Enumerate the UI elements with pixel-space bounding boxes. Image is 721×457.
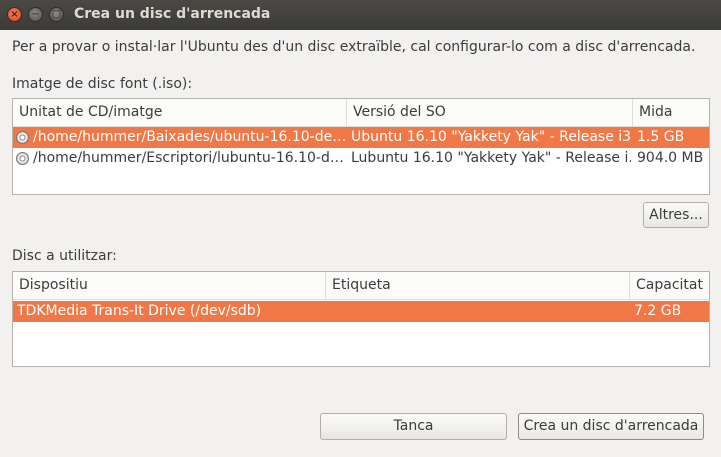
create-startup-disk-button[interactable]: Crea un disc d'arrencada — [518, 413, 704, 440]
source-version: Lubuntu 16.10 "Yakkety Yak" - Release i… — [351, 150, 631, 166]
source-list-header: Unitat de CD/imatge Versió del SO Mida — [13, 99, 709, 127]
close-window-button[interactable]: × — [7, 7, 22, 22]
source-row-ubuntu[interactable]: /home/hummer/Baixades/ubuntu-16.10-de… U… — [13, 127, 709, 148]
target-label — [332, 301, 627, 322]
intro-text: Per a provar o instal·lar l'Ubuntu des d… — [12, 39, 696, 55]
cd-disc-icon — [16, 131, 29, 144]
column-header-device[interactable]: Dispositiu — [13, 272, 326, 299]
column-header-os-version[interactable]: Versió del SO — [347, 99, 633, 126]
minimize-window-button[interactable]: − — [28, 7, 43, 22]
source-image-list[interactable]: Unitat de CD/imatge Versió del SO Mida /… — [12, 98, 710, 195]
column-header-label[interactable]: Etiqueta — [326, 272, 630, 299]
target-device: TDKMedia Trans-It Drive (/dev/sdb) — [17, 303, 262, 319]
target-list-header: Dispositiu Etiqueta Capacitat — [13, 272, 709, 300]
cd-disc-icon — [16, 152, 29, 165]
column-header-capacity[interactable]: Capacitat — [630, 272, 709, 299]
target-row-tdk[interactable]: TDKMedia Trans-It Drive (/dev/sdb) 7.2 G… — [13, 301, 709, 322]
target-capacity: 7.2 GB — [634, 303, 682, 319]
maximize-window-button[interactable]: □ — [49, 7, 64, 22]
source-path: /home/hummer/Escriptori/lubuntu-16.10-d… — [33, 150, 344, 166]
source-image-label: Imatge de disc font (.iso): — [12, 76, 193, 92]
source-size: 904.0 MB — [637, 150, 704, 166]
window-title: Crea un disc d'arrencada — [74, 6, 271, 22]
source-row-lubuntu[interactable]: /home/hummer/Escriptori/lubuntu-16.10-d…… — [13, 148, 709, 169]
column-header-size[interactable]: Mida — [633, 99, 709, 126]
source-version: Ubuntu 16.10 "Yakkety Yak" - Release i3… — [351, 129, 631, 145]
cancel-button[interactable]: Tanca — [320, 413, 507, 440]
column-header-cd-image[interactable]: Unitat de CD/imatge — [13, 99, 347, 126]
other-image-button[interactable]: Altres... — [643, 202, 709, 228]
source-size: 1.5 GB — [637, 129, 685, 145]
title-bar: × − □ Crea un disc d'arrencada — [0, 0, 721, 30]
target-disk-label: Disc a utilitzar: — [12, 248, 117, 264]
target-disk-list[interactable]: Dispositiu Etiqueta Capacitat TDKMedia T… — [12, 271, 710, 367]
source-path: /home/hummer/Baixades/ubuntu-16.10-de… — [33, 129, 345, 145]
